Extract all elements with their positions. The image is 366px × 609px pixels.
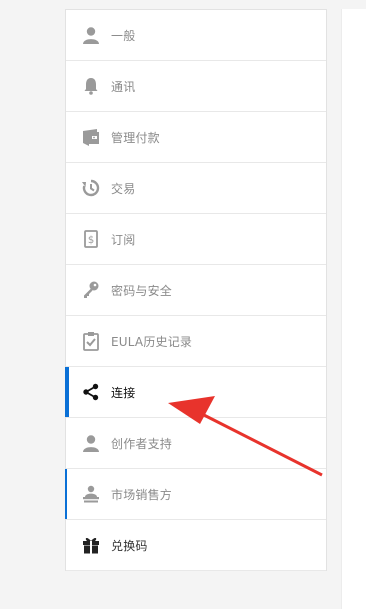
sidebar-item-communications[interactable]: 通讯	[66, 61, 326, 112]
sidebar-item-eula-history[interactable]: EULA历史记录	[66, 316, 326, 367]
sidebar-item-password-security[interactable]: 密码与安全	[66, 265, 326, 316]
sidebar-item-marketplace-seller[interactable]: 市场销售方	[65, 469, 326, 520]
bell-icon	[80, 75, 102, 97]
sidebar-item-label: EULA历史记录	[111, 334, 193, 349]
sidebar-item-general[interactable]: 一般	[66, 10, 326, 61]
sidebar-item-creator-support[interactable]: 创作者支持	[66, 418, 326, 469]
history-icon	[80, 177, 102, 199]
sidebar-item-label: 连接	[111, 385, 136, 400]
sidebar-item-transactions[interactable]: 交易	[66, 163, 326, 214]
active-indicator	[65, 367, 69, 417]
sidebar-item-label: 创作者支持	[111, 436, 173, 451]
sidebar-item-subscriptions[interactable]: $ 订阅	[66, 214, 326, 265]
sidebar-item-payment-management[interactable]: 管理付款	[66, 112, 326, 163]
sidebar-item-connections[interactable]: 连接	[65, 367, 326, 418]
settings-sidebar: 一般 通讯 管理付款 交易 $ 订阅 密码与安全 EULA历史记录 连接 创作者…	[65, 9, 327, 571]
sidebar-item-label: 一般	[111, 28, 136, 43]
svg-text:$: $	[88, 235, 94, 246]
item-indicator	[65, 469, 67, 519]
sidebar-item-label: 市场销售方	[111, 487, 173, 502]
user-icon	[80, 432, 102, 454]
sidebar-item-label: 通讯	[111, 79, 136, 94]
content-panel	[341, 9, 366, 609]
sidebar-item-label: 兑换码	[111, 538, 148, 553]
sidebar-item-label: 密码与安全	[111, 283, 173, 298]
clipboard-check-icon	[80, 330, 102, 352]
sidebar-item-redeem-code[interactable]: 兑换码	[66, 520, 326, 571]
user-icon	[80, 24, 102, 46]
key-icon	[80, 279, 102, 301]
gift-icon	[80, 534, 102, 556]
sidebar-item-label: 管理付款	[111, 130, 160, 145]
sidebar-item-label: 交易	[111, 181, 136, 196]
receipt-icon: $	[80, 228, 102, 250]
seller-icon	[80, 483, 102, 505]
sidebar-item-label: 订阅	[111, 232, 136, 247]
share-icon	[80, 381, 102, 403]
wallet-icon	[80, 126, 102, 148]
